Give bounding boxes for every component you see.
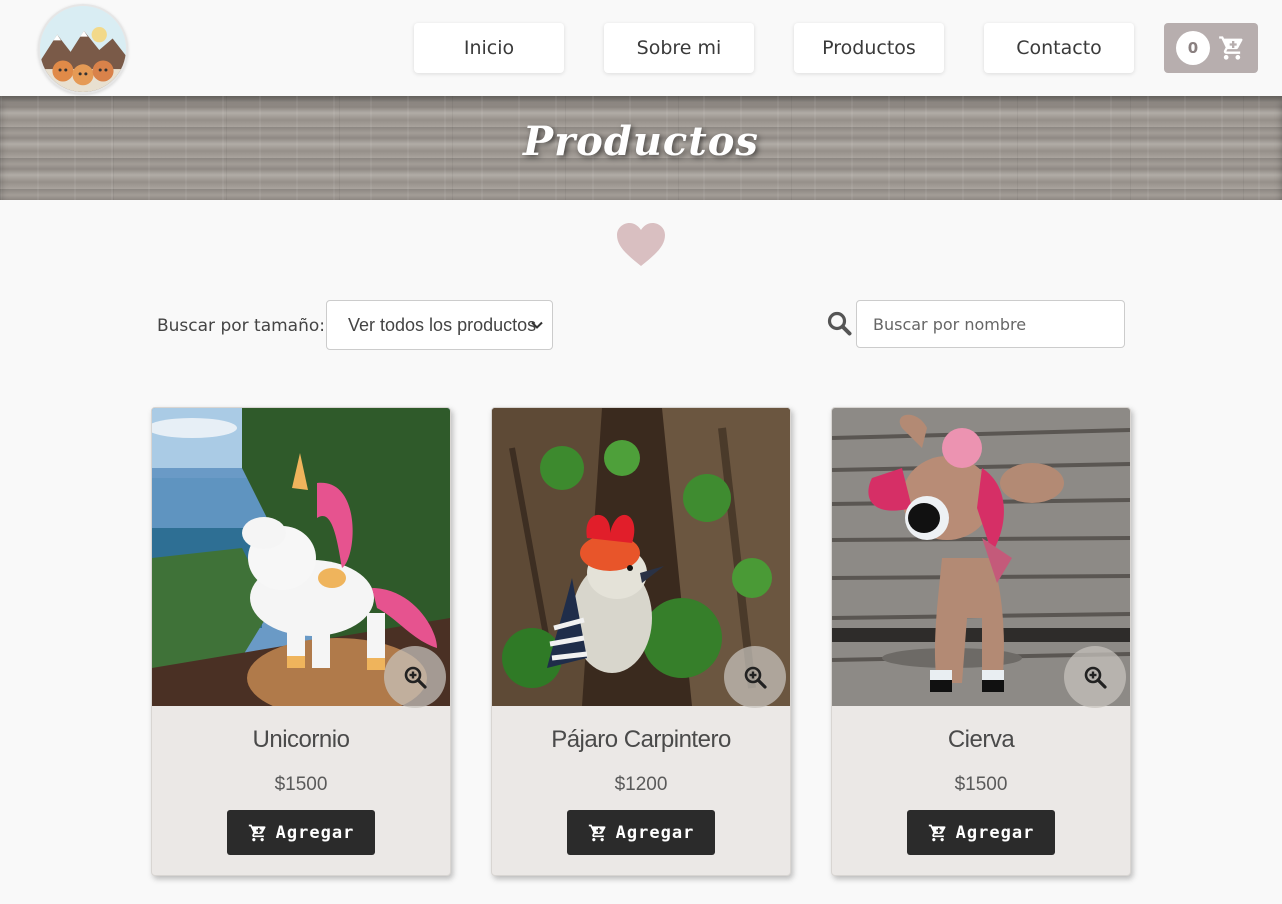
product-card: Unicornio $1500 Agregar	[151, 407, 451, 876]
add-to-cart-button[interactable]: Agregar	[567, 810, 715, 855]
site-header: Inicio Sobre mi Productos Contacto 0	[0, 0, 1282, 96]
product-price: $1200	[614, 774, 668, 795]
nav-inicio[interactable]: Inicio	[414, 23, 564, 73]
zoom-in-icon	[404, 666, 427, 689]
product-price: $1500	[274, 774, 328, 795]
zoom-in-icon	[1084, 666, 1107, 689]
cart-count-badge: 0	[1176, 31, 1210, 65]
size-filter-select[interactable]: Ver todos los productos	[326, 300, 553, 350]
size-filter-label: Buscar por tamaño:	[157, 316, 325, 336]
cart-plus-icon	[248, 824, 266, 841]
product-price: $1500	[954, 774, 1008, 795]
zoom-button[interactable]	[724, 646, 786, 708]
add-button-label: Agregar	[275, 822, 355, 843]
product-name[interactable]: Cierva	[832, 726, 1130, 754]
page-banner: Productos	[0, 96, 1282, 200]
search-icon	[827, 311, 852, 336]
product-card: Cierva $1500 Agregar	[831, 407, 1131, 876]
cart-plus-icon	[928, 824, 946, 841]
add-button-label: Agregar	[955, 822, 1035, 843]
product-card: Pájaro Carpintero $1200 Agregar	[491, 407, 791, 876]
heart-icon	[616, 222, 666, 268]
cart-button[interactable]: 0	[1164, 23, 1258, 73]
product-name[interactable]: Pájaro Carpintero	[492, 726, 790, 754]
page-title: Productos	[523, 118, 759, 165]
main-nav: Inicio Sobre mi Productos Contacto	[0, 23, 1282, 73]
zoom-button[interactable]	[1064, 646, 1126, 708]
nav-sobre-mi[interactable]: Sobre mi	[604, 23, 754, 73]
size-filter-value: Ver todos los productos	[348, 314, 537, 335]
cart-plus-icon	[588, 824, 606, 841]
product-name[interactable]: Unicornio	[152, 726, 450, 754]
shopping-cart-icon	[1218, 34, 1246, 62]
add-to-cart-button[interactable]: Agregar	[907, 810, 1055, 855]
nav-contacto[interactable]: Contacto	[984, 23, 1134, 73]
search-input[interactable]	[856, 300, 1125, 348]
add-to-cart-button[interactable]: Agregar	[227, 810, 375, 855]
chevron-down-icon	[531, 321, 543, 329]
nav-productos[interactable]: Productos	[794, 23, 944, 73]
add-button-label: Agregar	[615, 822, 695, 843]
zoom-in-icon	[744, 666, 767, 689]
zoom-button[interactable]	[384, 646, 446, 708]
